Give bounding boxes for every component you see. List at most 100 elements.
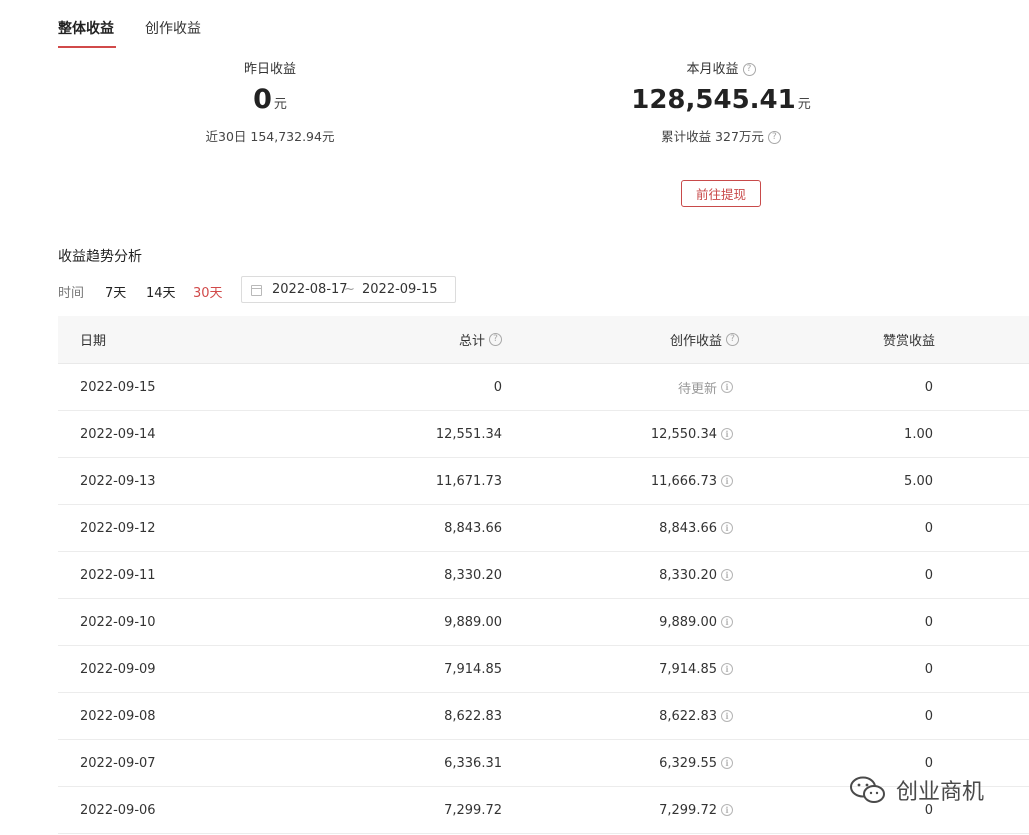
row-reward: 0	[924, 661, 933, 677]
header-date: 日期	[80, 334, 107, 349]
last-30-days-earnings: 近30日 154,732.94元	[205, 129, 335, 144]
tab-active-indicator	[58, 46, 116, 48]
table-row: 2022-09-15 0 待更新 i 0	[58, 364, 1029, 411]
tab-creation-earnings[interactable]: 创作收益	[145, 18, 201, 38]
table-row: 2022-09-14 12,551.34 12,550.34 i 1.00	[58, 411, 1029, 458]
row-date: 2022-09-13	[80, 473, 156, 489]
row-reward: 0	[924, 708, 933, 724]
row-reward: 1.00	[904, 426, 933, 442]
row-creation-value: 11,666.73	[650, 473, 717, 489]
row-creation: 7,914.85 i	[659, 646, 733, 692]
table-body: 2022-09-15 0 待更新 i 0 2022-09-14 12,551.34 12,55…	[58, 364, 1029, 834]
range-7-days-button[interactable]: 7天	[105, 282, 126, 301]
header-total: 总计?	[459, 316, 502, 363]
range-30-days-button[interactable]: 30天	[193, 282, 223, 301]
row-creation-value: 6,329.55	[659, 755, 717, 771]
watermark: 创业商机	[848, 772, 984, 808]
date-range-start[interactable]: 2022-08-17	[272, 282, 348, 297]
withdraw-button[interactable]: 前往提现	[681, 180, 761, 207]
table-row: 2022-09-08 8,622.83 8,622.83 i 0	[58, 693, 1029, 740]
row-creation: 8,330.20 i	[659, 552, 733, 598]
cumulative-earnings: 累计收益 327万元	[661, 129, 764, 144]
info-icon[interactable]: i	[721, 757, 733, 769]
range-14-days-button[interactable]: 14天	[146, 282, 176, 301]
row-creation-value: 8,330.20	[659, 567, 717, 583]
month-earnings-value: 128,545.41	[631, 85, 796, 115]
row-reward: 0	[924, 614, 933, 630]
calendar-icon	[251, 285, 262, 296]
month-earnings-unit: 元	[797, 97, 811, 112]
earnings-table: 日期 总计? 创作收益? 赞赏收益 2022-09-15 0 待更新 i 0 2022-0…	[58, 316, 1029, 834]
info-icon[interactable]: i	[721, 381, 733, 393]
info-icon[interactable]: i	[721, 522, 733, 534]
row-total: 8,622.83	[444, 708, 502, 724]
table-row: 2022-09-10 9,889.00 9,889.00 i 0	[58, 599, 1029, 646]
table-row: 2022-09-13 11,671.73 11,666.73 i 5.00	[58, 458, 1029, 505]
row-creation-value: 7,914.85	[659, 661, 717, 677]
date-range-end[interactable]: 2022-09-15	[362, 282, 438, 297]
row-reward: 0	[924, 379, 933, 395]
tab-overall-earnings[interactable]: 整体收益	[58, 18, 114, 38]
yesterday-earnings-value: 0	[253, 84, 272, 115]
row-date: 2022-09-06	[80, 802, 156, 818]
row-creation: 8,843.66 i	[659, 505, 733, 551]
help-icon[interactable]: ?	[767, 131, 781, 144]
row-total: 6,336.31	[444, 755, 502, 771]
month-earnings-label: 本月收益	[686, 62, 739, 77]
watermark-text: 创业商机	[896, 780, 985, 805]
info-icon[interactable]: i	[721, 569, 733, 581]
row-creation-value: 9,889.00	[659, 614, 717, 630]
row-date: 2022-09-08	[80, 708, 156, 724]
row-total: 12,551.34	[435, 426, 502, 442]
row-creation-value: 7,299.72	[659, 802, 717, 818]
row-date: 2022-09-09	[80, 661, 156, 677]
row-creation: 8,622.83 i	[659, 693, 733, 739]
row-date: 2022-09-14	[80, 426, 156, 442]
date-range-separator: ~	[344, 282, 355, 297]
row-total: 8,843.66	[444, 520, 502, 536]
row-total: 7,299.72	[444, 802, 502, 818]
row-date: 2022-09-15	[80, 379, 156, 395]
help-icon[interactable]: ?	[726, 333, 739, 346]
help-icon[interactable]: ?	[489, 333, 502, 346]
row-creation: 6,329.55 i	[659, 740, 733, 786]
section-title: 收益趋势分析	[58, 249, 142, 265]
row-creation: 11,666.73 i	[651, 458, 733, 504]
row-reward: 5.00	[904, 473, 933, 489]
row-creation-value: 8,843.66	[659, 520, 717, 536]
table-row: 2022-09-11 8,330.20 8,330.20 i 0	[58, 552, 1029, 599]
info-icon[interactable]: i	[721, 428, 733, 440]
row-date: 2022-09-11	[80, 567, 156, 583]
row-creation: 9,889.00 i	[659, 599, 733, 645]
row-reward: 0	[924, 567, 933, 583]
table-row: 2022-09-12 8,843.66 8,843.66 i 0	[58, 505, 1029, 552]
row-total: 11,671.73	[435, 473, 502, 489]
row-creation-value: 待更新	[677, 381, 717, 397]
info-icon[interactable]: i	[721, 804, 733, 816]
yesterday-earnings-label: 昨日收益	[243, 62, 296, 77]
row-total: 9,889.00	[444, 614, 502, 630]
row-total: 0	[493, 379, 502, 395]
row-creation-value: 8,622.83	[659, 708, 717, 724]
info-icon[interactable]: i	[721, 475, 733, 487]
row-total: 7,914.85	[444, 661, 502, 677]
header-creation-label: 创作收益	[669, 334, 722, 349]
date-filter-row: 时间 7天 14天 30天 2022-08-17 ~ 2022-09-15	[58, 276, 478, 304]
info-icon[interactable]: i	[721, 663, 733, 675]
row-date: 2022-09-07	[80, 755, 156, 771]
time-filter-label: 时间	[58, 286, 85, 301]
row-creation: 12,550.34 i	[651, 411, 733, 457]
yesterday-earnings-unit: 元	[273, 97, 287, 112]
header-reward: 赞赏收益	[882, 334, 935, 349]
date-range-picker[interactable]: 2022-08-17 ~ 2022-09-15	[241, 276, 456, 303]
help-icon[interactable]: ?	[742, 63, 756, 76]
row-date: 2022-09-10	[80, 614, 156, 630]
row-creation: 待更新 i	[678, 364, 733, 410]
row-creation-value: 12,550.34	[650, 426, 717, 442]
yesterday-earnings-card: 昨日收益 0元 近30日 154,732.94元	[120, 58, 420, 145]
info-icon[interactable]: i	[721, 710, 733, 722]
table-header: 日期 总计? 创作收益? 赞赏收益	[58, 316, 1029, 364]
info-icon[interactable]: i	[721, 616, 733, 628]
row-date: 2022-09-12	[80, 520, 156, 536]
table-row: 2022-09-09 7,914.85 7,914.85 i 0	[58, 646, 1029, 693]
